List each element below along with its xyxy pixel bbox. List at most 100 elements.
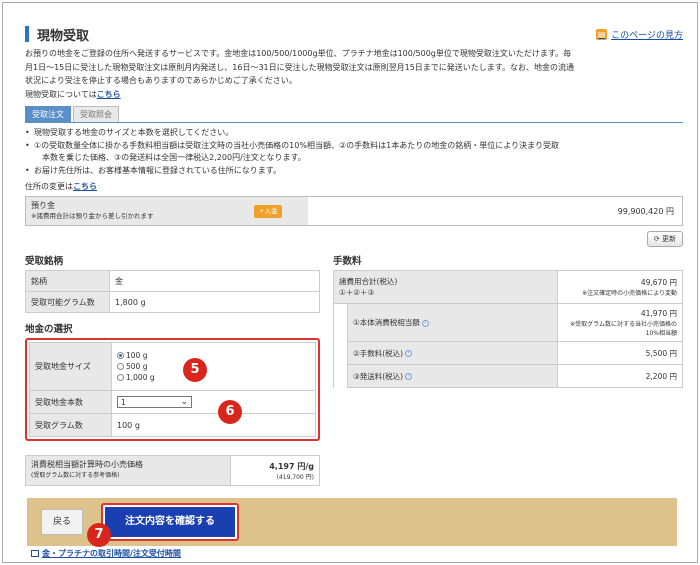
- trading-hours-link[interactable]: 金・プラチナの取引時間/注文受付時間: [31, 548, 181, 559]
- grams-value: 100 g: [111, 413, 316, 437]
- indent-cell: [333, 341, 348, 365]
- fee-item1-label-cell: ①本体消費税相当額?: [347, 303, 558, 342]
- left-column: 受取銘柄 銘柄 金 受取可能グラム数 1,800 g 地金の選択 受取地金サイズ…: [25, 253, 320, 486]
- refresh-button[interactable]: ⟳ 更新: [646, 231, 683, 247]
- fee-item1-label: ①本体消費税相当額: [353, 318, 420, 327]
- fee-table: 諸費用合計(税込) ①＋②＋③ 49,670 円 ※注文確定時の小売価格により変…: [333, 270, 683, 388]
- size-option-label: 500 g: [126, 362, 148, 371]
- page-title-text: 現物受取: [37, 28, 90, 44]
- fee-item3-label: ③発送料(税込): [353, 371, 404, 381]
- fee-item3-value: 2,200 円: [557, 364, 683, 388]
- deposit-label-cell: 預り金 ※諸費用合計は預り金から差し引かれます +入金: [26, 197, 308, 225]
- deposit-button[interactable]: +入金: [254, 205, 283, 218]
- size-option-100[interactable]: 100 g: [117, 350, 310, 361]
- size-option-label: 1,000 g: [126, 373, 155, 382]
- step-badge-5: 5: [183, 358, 207, 382]
- fee-item1-note: ※受取グラム数に対する当社小売価格の10%相当額: [570, 321, 677, 337]
- fee-item3-label-cell: ③発送料(税込)?: [347, 364, 558, 388]
- count-select[interactable]: 1 ⌄: [117, 396, 192, 408]
- size-option-1000[interactable]: 1,000 g: [117, 372, 310, 383]
- table-row: 消費税相当額計算時の小売価格 (受取グラム数に対する参考価格) 4,197 円/…: [25, 455, 320, 486]
- count-cell: 1 ⌄: [111, 390, 316, 414]
- deposit-label: 預り金: [31, 201, 55, 210]
- fee-total-label-cell: 諸費用合計(税込) ①＋②＋③: [333, 270, 558, 304]
- radio-icon[interactable]: [117, 374, 124, 381]
- fee-item1-value: 41,970 円: [640, 309, 677, 318]
- count-label: 受取地金本数: [29, 390, 112, 414]
- table-row: ②手数料(税込)? 5,500 円: [333, 341, 683, 365]
- available-grams-label: 受取可能グラム数: [25, 291, 110, 313]
- external-window-icon: [31, 550, 39, 557]
- page-title: 現物受取: [25, 25, 89, 44]
- deposit-value: 99,900,420 円: [617, 207, 674, 216]
- fee-total-value-cell: 49,670 円 ※注文確定時の小売価格により変動: [557, 270, 683, 304]
- table-row: 受取グラム数 100 g: [29, 413, 316, 437]
- indent-cell: [333, 364, 348, 388]
- help-book-icon: ▤: [596, 28, 608, 40]
- fee-total-value: 49,670 円: [640, 278, 677, 287]
- tab-inquiry[interactable]: 受取照会: [73, 106, 119, 122]
- retail-price-total: (419,700 円): [276, 473, 314, 481]
- chevron-down-icon: ⌄: [180, 397, 188, 407]
- fee-heading: 手数料: [333, 256, 362, 267]
- retail-price-label: 消費税相当額計算時の小売価格: [31, 460, 143, 469]
- fee-total-note: ※注文確定時の小売価格により変動: [582, 290, 677, 297]
- tab-order[interactable]: 受取注文: [25, 106, 71, 122]
- fee-item2-label: ②手数料(税込): [353, 348, 404, 358]
- indent-cell: [333, 303, 348, 342]
- brand-value: 金: [109, 270, 320, 292]
- fee-item1-value-cell: 41,970 円 ※受取グラム数に対する当社小売価格の10%相当額: [557, 303, 683, 342]
- note-item-continued: 本数を乗じた価格、③の発送料は全国一律税込2,200円/注文となります。: [42, 153, 306, 162]
- size-options: 100 g 500 g 1,000 g: [111, 342, 316, 391]
- table-row: ①本体消費税相当額? 41,970 円 ※受取グラム数に対する当社小売価格の10…: [333, 303, 683, 342]
- fee-item2-value: 5,500 円: [557, 341, 683, 365]
- main-content: 現物受取 ▤ このページの見方 お預りの地金をご登録の住所へ発送するサービスです…: [25, 23, 683, 486]
- help-link-label[interactable]: このページの見方: [611, 28, 683, 41]
- instruction-notes: 現物受取する地金のサイズと本数を選択してください。 ①の受取数量全体に掛かる手数…: [25, 127, 683, 177]
- intro-line-2: 月1日〜15日に受注した現物受取注文は原則月内発送し、16日〜31日に受注した現…: [25, 62, 575, 72]
- trading-hours-link-label[interactable]: 金・プラチナの取引時間/注文受付時間: [42, 548, 181, 559]
- brand-heading: 受取銘柄: [25, 256, 64, 267]
- available-grams-value: 1,800 g: [109, 291, 320, 313]
- order-columns: 受取銘柄 銘柄 金 受取可能グラム数 1,800 g 地金の選択 受取地金サイズ…: [25, 253, 683, 486]
- table-row: 銘柄 金: [25, 270, 320, 292]
- address-change-line: 住所の変更はこちら: [25, 181, 683, 192]
- help-question-icon[interactable]: ?: [405, 373, 413, 380]
- fee-total-label: 諸費用合計(税込): [339, 277, 398, 286]
- retail-price-label-cell: 消費税相当額計算時の小売価格 (受取グラム数に対する参考価格): [25, 455, 231, 486]
- retail-price-sub: (受取グラム数に対する参考価格): [31, 472, 120, 479]
- address-change-link[interactable]: こちら: [73, 182, 97, 191]
- table-row: 受取可能グラム数 1,800 g: [25, 291, 320, 313]
- tab-bar: 受取注文 受取照会: [25, 106, 683, 123]
- help-question-icon[interactable]: ?: [421, 319, 429, 327]
- fee-total-formula: ①＋②＋③: [339, 288, 375, 297]
- back-button[interactable]: 戻る: [41, 509, 83, 535]
- about-prefix: 現物受取については: [25, 89, 97, 99]
- address-prefix: 住所の変更は: [25, 182, 73, 191]
- grams-label: 受取グラム数: [29, 413, 112, 437]
- fee-item2-label-cell: ②手数料(税込)?: [347, 341, 558, 365]
- title-accent-bar: [25, 26, 29, 42]
- brand-table: 銘柄 金 受取可能グラム数 1,800 g: [25, 270, 320, 313]
- table-row: 受取地金本数 1 ⌄: [29, 390, 316, 414]
- intro-line-1: お預りの地金をご登録の住所へ発送するサービスです。金地金は100/500/100…: [25, 49, 572, 58]
- size-option-label: 100 g: [126, 351, 148, 360]
- refresh-row: ⟳ 更新: [25, 231, 683, 247]
- radio-selected-icon[interactable]: [117, 352, 124, 359]
- table-row: 諸費用合計(税込) ①＋②＋③ 49,670 円 ※注文確定時の小売価格により変…: [333, 270, 683, 304]
- count-select-value: 1: [121, 397, 126, 407]
- retail-price-value-cell: 4,197 円/g (419,700 円): [230, 455, 320, 486]
- confirm-order-button[interactable]: 注文内容を確認する: [105, 507, 235, 537]
- window-frame: 現物受取 ▤ このページの見方 お預りの地金をご登録の住所へ発送するサービスです…: [2, 2, 698, 563]
- about-link[interactable]: こちら: [97, 90, 121, 99]
- intro-line-3: 状況により受注を停止する場合もありますのであらかじめご了承ください。: [25, 76, 297, 85]
- note-item: ①の受取数量全体に掛かる手数料相当額は受取注文時の当社小売価格の10%相当額、②…: [25, 140, 683, 153]
- size-label: 受取地金サイズ: [29, 342, 112, 391]
- radio-icon[interactable]: [117, 363, 124, 370]
- size-option-500[interactable]: 500 g: [117, 361, 310, 372]
- deposit-row: 預り金 ※諸費用合計は預り金から差し引かれます +入金 99,900,420 円: [25, 196, 683, 226]
- help-link[interactable]: ▤ このページの見方: [596, 28, 683, 41]
- help-question-icon[interactable]: ?: [405, 350, 413, 357]
- gold-selection-table: 受取地金サイズ 100 g 500 g 1,000 g 受取地金本数 1 ⌄ 受…: [29, 342, 316, 437]
- step-badge-7: 7: [87, 523, 111, 547]
